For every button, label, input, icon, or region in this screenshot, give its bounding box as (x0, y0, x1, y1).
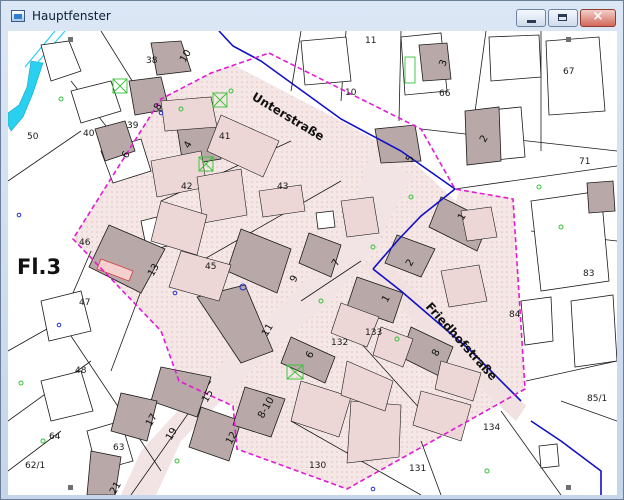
maximize-button[interactable] (548, 9, 578, 27)
parcel-label: 47 (79, 298, 90, 308)
parcel-label: 11 (365, 36, 376, 46)
app-window-icon (11, 10, 25, 22)
close-icon: × (592, 9, 604, 24)
parcel-label: 131 (409, 464, 426, 474)
building (315, 210, 336, 230)
map-view[interactable]: Fl.3 Unterstraße Friedhofstraße 11 67 10… (8, 31, 617, 495)
building (346, 400, 402, 464)
map-marker (566, 37, 571, 42)
parcel-label: 130 (309, 461, 326, 471)
parcel-label: 132 (331, 338, 348, 348)
parcel-label: 71 (579, 157, 590, 167)
building (340, 196, 380, 238)
minimize-button[interactable] (516, 9, 546, 27)
parcel-label: 63 (113, 443, 124, 453)
parcel-label: 42 (181, 182, 192, 192)
parcel-label: 67 (563, 67, 574, 77)
parcel-label: 45 (205, 262, 216, 272)
building (160, 96, 218, 132)
parcel-label: 50 (27, 132, 39, 142)
parcel-label: 39 (127, 121, 139, 131)
close-button[interactable]: × (580, 9, 616, 27)
map-marker (566, 485, 571, 490)
cadastral-map[interactable]: Fl.3 Unterstraße Friedhofstraße 11 67 10… (8, 31, 617, 495)
building (520, 296, 554, 346)
building (300, 36, 352, 86)
window-title: Hauptfenster (32, 9, 111, 23)
building (545, 36, 606, 116)
building (488, 34, 542, 82)
building (570, 294, 617, 368)
building (586, 180, 616, 214)
parcel-label: 41 (219, 132, 230, 142)
building (440, 264, 488, 308)
map-marker (68, 37, 73, 42)
main-window: Hauptfenster × Fl.3 Unterstraße Friedhof… (0, 0, 624, 500)
parcel-label: 134 (483, 423, 500, 433)
map-marker (68, 485, 73, 490)
building (538, 443, 560, 469)
parcel-label: 84 (509, 310, 521, 320)
parcel-label: 46 (79, 238, 91, 248)
parcel-label: 64 (49, 432, 61, 442)
parcel-label: 85/1 (587, 394, 607, 404)
parcel-label: 48 (75, 366, 87, 376)
parcel-label: 38 (146, 56, 158, 66)
parcel-label: 40 (83, 129, 95, 139)
building (374, 124, 422, 164)
flur-label: Fl.3 (17, 255, 61, 279)
building (460, 206, 498, 242)
parcel-label: 10 (345, 88, 357, 98)
parcel-label: 43 (277, 182, 288, 192)
parcel-label: 133 (365, 328, 382, 338)
parcel-label: 66 (439, 89, 451, 99)
title-bar[interactable]: Hauptfenster × (1, 1, 623, 31)
parcel-label: 83 (583, 269, 594, 279)
parcel-label: 62/1 (25, 461, 45, 471)
